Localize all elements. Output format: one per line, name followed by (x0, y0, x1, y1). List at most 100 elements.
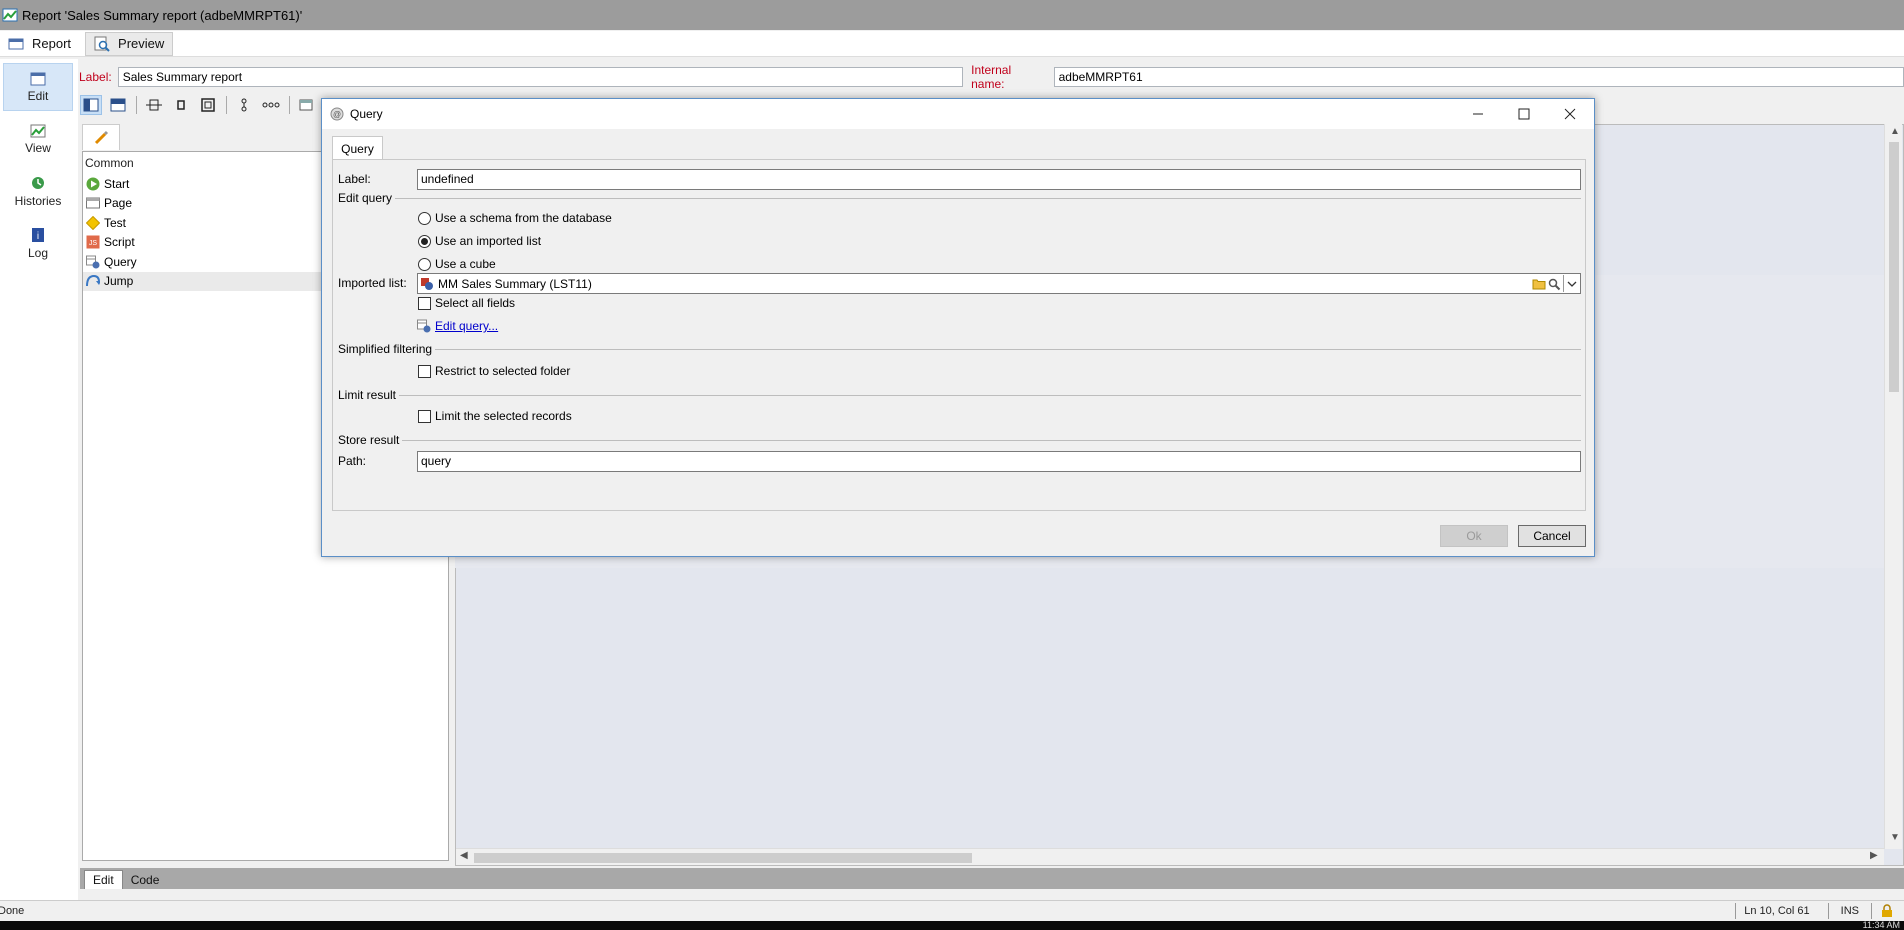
tab-code[interactable]: Code (123, 870, 168, 889)
query-tab-panel: Label: undefined Edit query Use a schema… (332, 159, 1586, 511)
radio-button-selected[interactable] (418, 234, 431, 248)
checkbox[interactable] (418, 409, 431, 423)
diagram-toolbar: Pr (80, 94, 332, 116)
radio-use-cube-label: Use a cube (435, 257, 496, 271)
checkbox[interactable] (418, 364, 431, 378)
status-bar: Done Ln 10, Col 61 INS (0, 900, 1904, 921)
left-navigation: Edit View Histories i Log (0, 59, 78, 909)
close-button[interactable] (1547, 99, 1593, 129)
path-input[interactable]: query (417, 451, 1581, 472)
report-label-row: Label: Sales Summary report Internal nam… (78, 63, 1904, 91)
radio-use-schema-label: Use a schema from the database (435, 211, 612, 225)
query-label-input[interactable]: undefined (417, 169, 1581, 190)
internal-name-caption: Internal name: (971, 63, 1012, 91)
histories-icon (32, 176, 44, 189)
checkbox-restrict-folder[interactable]: Restrict to selected folder (418, 364, 570, 378)
properties-icon[interactable] (296, 95, 318, 115)
horizontal-align-icon[interactable] (260, 95, 282, 115)
radio-use-schema[interactable]: Use a schema from the database (418, 211, 612, 225)
minimize-button[interactable] (1455, 99, 1501, 129)
cancel-button[interactable]: Cancel (1518, 525, 1586, 547)
canvas-horizontal-scrollbar[interactable]: ◀ ▶ (456, 848, 1884, 865)
palette-tab[interactable] (82, 124, 120, 150)
window-title-bar: Report 'Sales Summary report (adbeMMRPT6… (0, 0, 1904, 30)
query-icon (86, 255, 100, 269)
radio-use-cube[interactable]: Use a cube (418, 257, 496, 271)
tab-preview-label: Preview (118, 36, 165, 51)
radio-use-imported-list[interactable]: Use an imported list (418, 234, 541, 248)
ok-button[interactable]: Ok (1440, 525, 1508, 547)
simplified-filtering-title: Simplified filtering (338, 342, 433, 356)
tab-report[interactable]: Report (0, 31, 80, 56)
dialog-title-bar: @ Query (322, 99, 1594, 129)
nav-histories-label: Histories (14, 193, 62, 208)
scroll-left-arrow-icon[interactable]: ◀ (460, 850, 468, 861)
label-input[interactable]: Sales Summary report (117, 67, 964, 87)
nav-histories[interactable]: Histories (3, 167, 73, 215)
fit-page-icon[interactable] (197, 95, 219, 115)
nav-edit[interactable]: Edit (3, 63, 73, 111)
edit-query-link[interactable]: Edit query... (435, 319, 498, 333)
status-separator (1871, 903, 1872, 919)
search-icon[interactable] (1547, 277, 1561, 291)
scroll-up-arrow-icon[interactable]: ▲ (1890, 126, 1900, 137)
vertical-scroll-thumb[interactable] (1889, 142, 1899, 392)
window-title: Report 'Sales Summary report (adbeMMRPT6… (22, 7, 303, 23)
checkbox-select-all-fields[interactable]: Select all fields (418, 296, 515, 310)
horizontal-scroll-thumb[interactable] (474, 853, 972, 863)
minimize-icon (1473, 113, 1483, 115)
palette-item-label: Jump (104, 274, 134, 289)
report-tabs-bar: Report Preview (0, 31, 1904, 57)
internal-name-input[interactable]: adbeMMRPT61 (1053, 67, 1904, 87)
imported-list-value: MM Sales Summary (LST11) (438, 276, 592, 291)
chevron-down-icon[interactable] (1566, 278, 1578, 290)
edit-query-link-row[interactable]: Edit query... (417, 319, 498, 333)
imported-list-field[interactable]: MM Sales Summary (LST11) (417, 273, 1581, 294)
label-caption: Label: (79, 70, 112, 84)
limit-result-title: Limit result (338, 388, 397, 402)
start-icon (86, 177, 100, 191)
palette-item-label: Script (104, 235, 135, 250)
status-text: Done (0, 905, 25, 917)
script-icon: JS (86, 235, 100, 249)
toolbar-separator (226, 96, 227, 114)
nav-edit-label: Edit (27, 88, 49, 103)
maximize-button[interactable] (1501, 99, 1547, 129)
radio-button[interactable] (418, 257, 431, 271)
edit-query-section-title: Edit query (338, 191, 393, 205)
checkbox[interactable] (418, 296, 431, 310)
select-all-fields-label: Select all fields (435, 296, 516, 310)
nav-view[interactable]: View (3, 115, 73, 163)
dialog-title: Query (350, 107, 383, 121)
page-icon (86, 197, 100, 209)
tab-preview[interactable]: Preview (85, 31, 174, 56)
folder-icon[interactable] (1532, 278, 1546, 290)
test-icon (86, 215, 100, 230)
tab-edit[interactable]: Edit (84, 870, 123, 889)
palette-item-label: Start (104, 176, 130, 191)
fit-width-icon[interactable] (143, 95, 165, 115)
layout-left-icon[interactable] (80, 95, 102, 115)
fit-node-icon[interactable] (170, 95, 192, 115)
vertical-align-icon[interactable] (233, 95, 255, 115)
svg-text:JS: JS (89, 240, 98, 247)
store-result-section: Store result (338, 433, 1581, 447)
report-app-icon (2, 8, 18, 22)
edit-query-section: Edit query (338, 191, 1581, 205)
scroll-right-arrow-icon[interactable]: ▶ (1870, 850, 1878, 861)
os-taskbar (0, 921, 1904, 930)
checkbox-limit-records[interactable]: Limit the selected records (418, 409, 572, 423)
query-dialog-icon: @ (330, 107, 344, 121)
layout-top-icon[interactable] (107, 95, 129, 115)
radio-button[interactable] (418, 211, 431, 225)
status-separator (1735, 903, 1737, 919)
scroll-down-arrow-icon[interactable]: ▼ (1890, 832, 1900, 843)
maximize-icon (1518, 108, 1530, 120)
edit-icon (30, 72, 46, 85)
nav-log[interactable]: i Log (3, 219, 73, 267)
list-icon (421, 277, 433, 290)
report-tab-icon (8, 38, 24, 49)
log-info-icon: i (32, 227, 44, 242)
canvas-vertical-scrollbar[interactable]: ▲ ▼ (1884, 124, 1902, 849)
tab-query[interactable]: Query (332, 136, 383, 160)
